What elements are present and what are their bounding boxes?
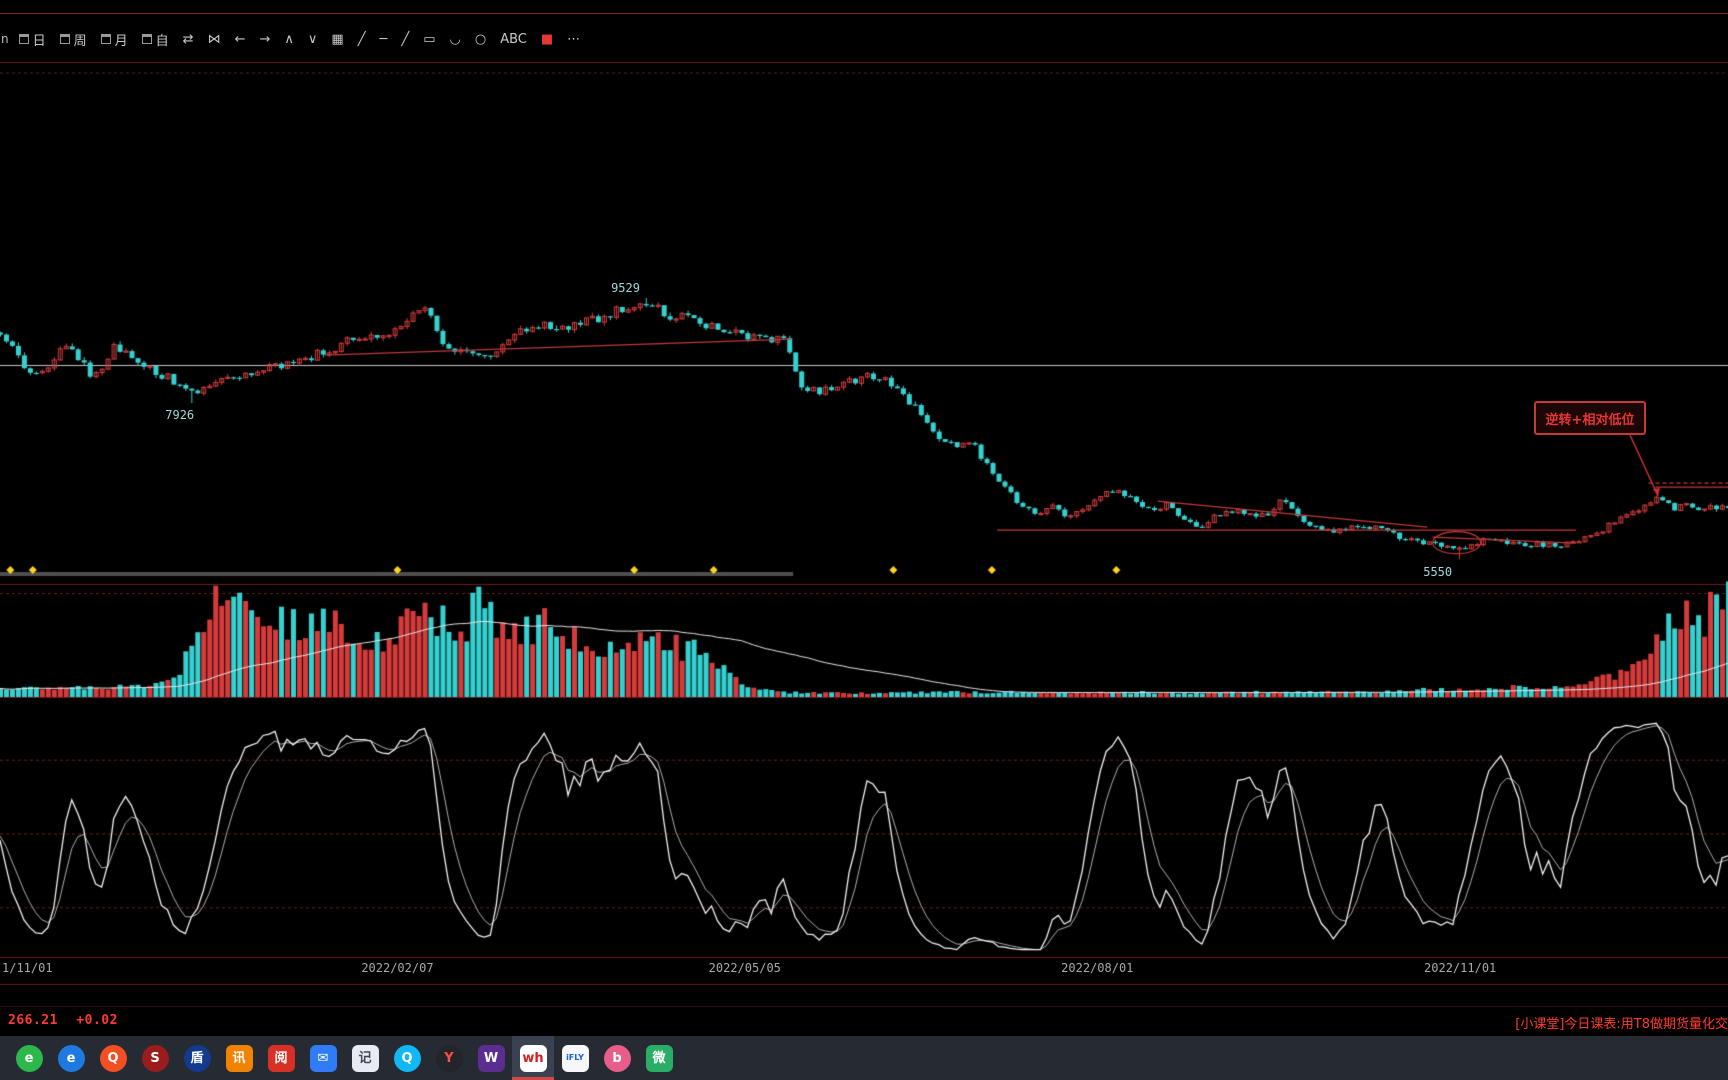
taskbar-app-green-browser[interactable]: e bbox=[8, 1036, 50, 1080]
toolbar-ray-icon[interactable]: ╱ bbox=[394, 27, 416, 51]
toolbar-zoom-in-icon[interactable]: ∧ bbox=[277, 27, 301, 51]
taskbar-app-office-orange[interactable]: 讯 bbox=[218, 1036, 260, 1080]
toolbar-ellipse-icon[interactable]: ○ bbox=[468, 27, 493, 51]
toolbar-clipped-label: n bbox=[0, 32, 12, 46]
taskbar-app-sogou-glyph: S bbox=[142, 1045, 169, 1072]
annotation-callout[interactable]: 逆转+相对低位 bbox=[1534, 401, 1646, 435]
taskbar-app-wechat-glyph: 微 bbox=[646, 1045, 673, 1072]
taskbar-app-notes-glyph: 记 bbox=[352, 1045, 379, 1072]
taskbar-app-ifly[interactable]: iFLY bbox=[554, 1036, 596, 1080]
taskbar-app-qq[interactable]: Q bbox=[386, 1036, 428, 1080]
low-left-price-label: 7926 bbox=[165, 408, 194, 422]
taskbar-app-qq-glyph: Q bbox=[394, 1045, 421, 1072]
taskbar-app-mail[interactable]: ✉ bbox=[302, 1036, 344, 1080]
toolbar-color-icon[interactable]: ■ bbox=[534, 27, 560, 51]
period-month-button[interactable]: 月 bbox=[94, 27, 135, 51]
toolbar-text-icon[interactable]: ABC bbox=[493, 27, 534, 51]
toolbar-divider bbox=[0, 13, 1728, 14]
high-price-label: 9529 bbox=[611, 281, 640, 295]
taskbar-app-music[interactable]: Y bbox=[428, 1036, 470, 1080]
screen: n 日周月自 ⇄⋈←→∧∨▦╱─╱▭◡○ABC■⋯ 9529 7926 5550… bbox=[0, 0, 1728, 1080]
toolbar-pan-right-icon[interactable]: → bbox=[252, 27, 277, 51]
taskbar-app-red-reader-glyph: 阅 bbox=[268, 1045, 295, 1072]
toolbar: n 日周月自 ⇄⋈←→∧∨▦╱─╱▭◡○ABC■⋯ bbox=[0, 0, 1728, 58]
toolbar-trendline-icon[interactable]: ╱ bbox=[351, 27, 373, 51]
taskbar-app-green-browser-glyph: e bbox=[16, 1045, 43, 1072]
toolbar-more-icon[interactable]: ⋯ bbox=[560, 27, 587, 51]
taskbar-app-word[interactable]: W bbox=[470, 1036, 512, 1080]
toolbar-compress-icon[interactable]: ⋈ bbox=[201, 27, 228, 51]
taskbar-app-office-orange-glyph: 讯 bbox=[226, 1045, 253, 1072]
taskbar-app-security-glyph: 盾 bbox=[184, 1045, 211, 1072]
taskbar-app-sogou[interactable]: S bbox=[134, 1036, 176, 1080]
quote-change: +0.02 bbox=[76, 1013, 118, 1028]
taskbar-app-wechat[interactable]: 微 bbox=[638, 1036, 680, 1080]
toolbar-periods: 日周月自 bbox=[12, 27, 176, 51]
taskbar-app-pink-media-glyph: b bbox=[604, 1045, 631, 1072]
taskbar-app-notes[interactable]: 记 bbox=[344, 1036, 386, 1080]
quote-readout: 266.21 +0.02 bbox=[8, 1013, 118, 1028]
taskbar: eeQS盾讯阅✉记QYWwhiFLYb微 bbox=[0, 1036, 1728, 1080]
taskbar-app-orange-browser[interactable]: Q bbox=[92, 1036, 134, 1080]
chart-canvas[interactable] bbox=[0, 0, 1728, 1005]
taskbar-app-ifly-glyph: iFLY bbox=[562, 1045, 589, 1072]
taskbar-app-wenhua-glyph: wh bbox=[520, 1045, 547, 1072]
toolbar-arc-icon[interactable]: ◡ bbox=[443, 27, 468, 51]
annotation-text: 逆转+相对低位 bbox=[1546, 409, 1635, 428]
toolbar-pan-left-icon[interactable]: ← bbox=[228, 27, 253, 51]
taskbar-app-orange-browser-glyph: Q bbox=[100, 1045, 127, 1072]
taskbar-app-blue-browser-glyph: e bbox=[58, 1045, 85, 1072]
taskbar-app-blue-browser[interactable]: e bbox=[50, 1036, 92, 1080]
toolbar-row: n 日周月自 ⇄⋈←→∧∨▦╱─╱▭◡○ABC■⋯ bbox=[0, 26, 587, 52]
period-day-button[interactable]: 日 bbox=[12, 27, 53, 51]
calendar-icon bbox=[101, 34, 111, 44]
toolbar-rect-icon[interactable]: ▭ bbox=[416, 27, 442, 51]
taskbar-app-mail-glyph: ✉ bbox=[310, 1045, 337, 1072]
toolbar-hline-icon[interactable]: ─ bbox=[373, 27, 395, 51]
toolbar-zoom-out-icon[interactable]: ∨ bbox=[301, 27, 325, 51]
toolbar-tools: ⇄⋈←→∧∨▦╱─╱▭◡○ABC■⋯ bbox=[176, 27, 587, 51]
news-ticker[interactable]: [小课堂]今日课表:用T8做期货量化交 bbox=[1515, 1013, 1728, 1032]
taskbar-app-wenhua[interactable]: wh bbox=[512, 1036, 554, 1080]
toolbar-grid-icon[interactable]: ▦ bbox=[324, 27, 350, 51]
taskbar-app-pink-media[interactable]: b bbox=[596, 1036, 638, 1080]
quote-price: 266.21 bbox=[8, 1013, 58, 1028]
toolbar-swap-icon[interactable]: ⇄ bbox=[176, 27, 201, 51]
period-week-button[interactable]: 周 bbox=[53, 27, 94, 51]
taskbar-app-red-reader[interactable]: 阅 bbox=[260, 1036, 302, 1080]
taskbar-app-music-glyph: Y bbox=[436, 1045, 463, 1072]
calendar-icon bbox=[19, 34, 29, 44]
calendar-icon bbox=[60, 34, 70, 44]
taskbar-apps: eeQS盾讯阅✉记QYWwhiFLYb微 bbox=[8, 1036, 680, 1080]
taskbar-app-word-glyph: W bbox=[478, 1045, 505, 1072]
low-right-price-label: 5550 bbox=[1423, 565, 1452, 579]
status-bar: 266.21 +0.02 [小课堂]今日课表:用T8做期货量化交 bbox=[0, 1006, 1728, 1034]
calendar-icon bbox=[142, 34, 152, 44]
period-custom-button[interactable]: 自 bbox=[135, 27, 176, 51]
taskbar-app-security[interactable]: 盾 bbox=[176, 1036, 218, 1080]
